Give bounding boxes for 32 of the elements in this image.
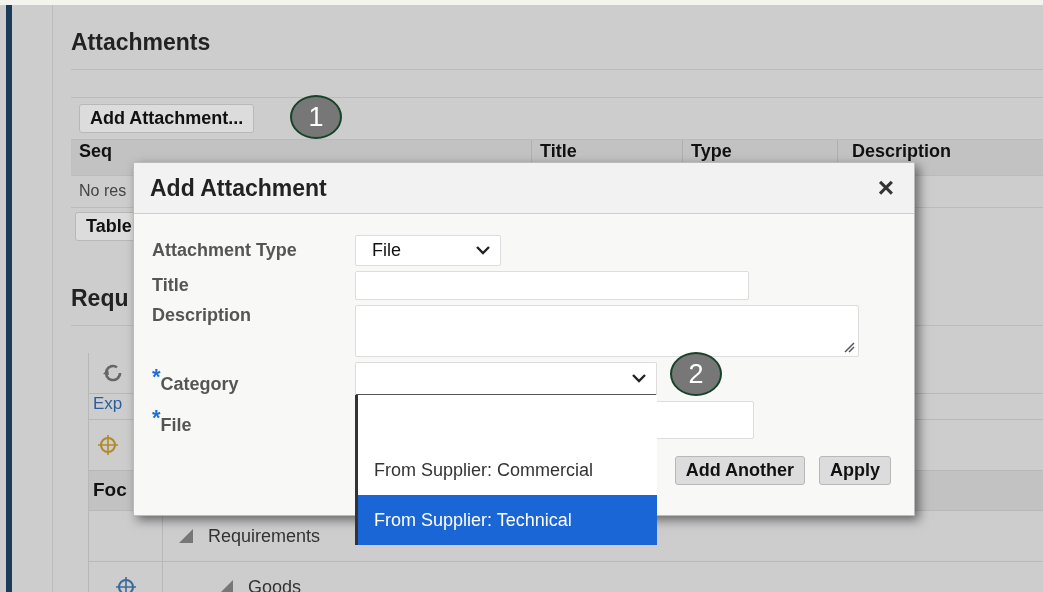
dialog-button[interactable]: Add Another [674, 456, 805, 485]
crosshair-icon[interactable] [114, 576, 137, 592]
dialog-button[interactable]: Apply [819, 456, 891, 485]
chevron-down-icon[interactable] [632, 374, 646, 383]
column-header: Description [851, 140, 953, 163]
close-button[interactable]: × [873, 174, 898, 202]
tree-node-label[interactable]: Requirements [208, 525, 321, 547]
column-header: Foc [93, 479, 127, 500]
add-attachment-button[interactable]: Add Attachment... [79, 104, 255, 133]
field-label-text: Category [160, 373, 239, 394]
dropdown-option[interactable]: From Supplier: Commercial [358, 445, 657, 495]
field-label-text: Description [152, 305, 252, 325]
input-field[interactable] [355, 271, 749, 300]
field-label-text: File [160, 414, 192, 435]
resize-handle-icon[interactable] [843, 341, 855, 353]
chevron-down-icon[interactable] [476, 246, 490, 255]
step-callout: 1 [290, 95, 342, 139]
dropdown-option[interactable]: From Supplier: Technical [358, 495, 657, 545]
expand-link[interactable]: Exp [93, 394, 123, 413]
field-label-text: Attachment Type [152, 240, 297, 260]
tree-node-label[interactable]: Goods [248, 576, 302, 592]
dialog-title: Add Attachment [150, 174, 327, 202]
empty-message: No res [79, 182, 127, 199]
select-field[interactable] [355, 362, 657, 396]
select-field[interactable]: File [355, 235, 501, 266]
collapse-triangle-icon[interactable] [178, 528, 194, 544]
required-mark: * [152, 404, 161, 430]
section-heading: Attachments [71, 29, 211, 56]
crosshair-icon[interactable] [97, 434, 119, 456]
required-mark: * [152, 363, 161, 389]
section-heading: Requ [71, 285, 129, 312]
field-label-text: Title [152, 275, 189, 295]
